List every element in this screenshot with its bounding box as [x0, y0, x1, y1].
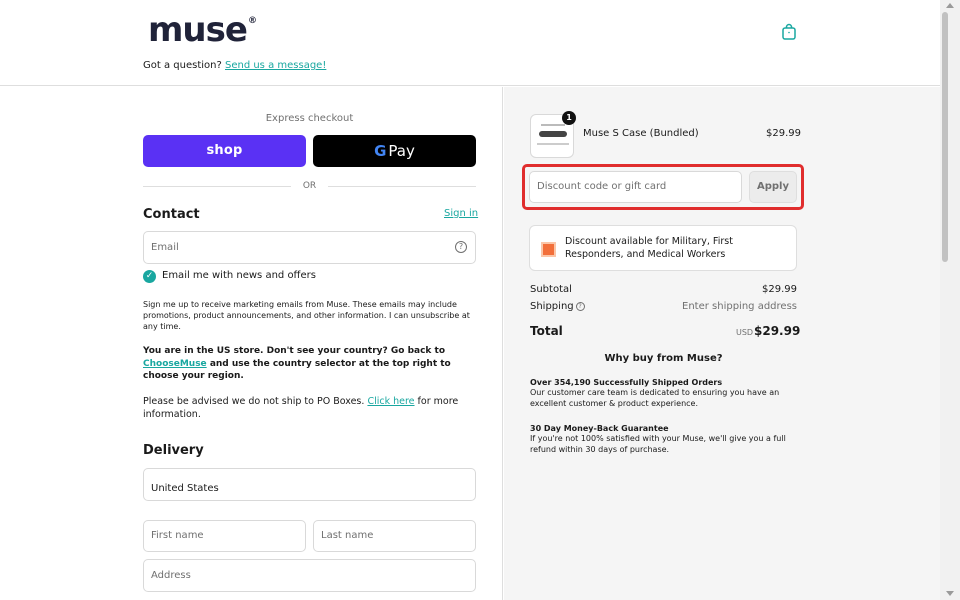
total-currency: USD	[736, 328, 754, 337]
newsletter-checkbox[interactable]: ✓	[143, 270, 156, 283]
subtotal-row: Subtotal $29.99	[530, 284, 797, 295]
question-circle-icon[interactable]: ?	[455, 241, 467, 253]
google-pay-button[interactable]: G Pay	[313, 135, 476, 167]
click-here-link[interactable]: Click here	[367, 396, 414, 407]
product-price: $29.99	[766, 128, 801, 139]
shipping-row: Shipping? Enter shipping address	[530, 301, 797, 312]
reason-title: Over 354,190 Successfully Shipped Orders	[530, 378, 723, 387]
page-scrollbar[interactable]	[940, 0, 960, 600]
po-box-notice: Please be advised we do not ship to PO B…	[143, 396, 459, 420]
scroll-down-arrow-icon[interactable]	[946, 591, 954, 596]
country-select[interactable]: United States	[143, 468, 476, 501]
delivery-heading: Delivery	[143, 443, 204, 458]
question-line: Got a question? Send us a message!	[143, 60, 326, 71]
shop-pay-button[interactable]: shop	[143, 135, 306, 167]
scroll-up-arrow-icon[interactable]	[946, 3, 954, 8]
discount-tag-icon	[541, 242, 556, 257]
google-icon: G	[374, 142, 387, 160]
reason-title: 30 Day Money-Back Guarantee	[530, 424, 669, 433]
reason-text: Our customer care team is dedicated to e…	[530, 388, 780, 408]
shopping-bag-icon[interactable]	[780, 23, 798, 41]
product-name: Muse S Case (Bundled)	[583, 128, 699, 139]
first-name-field[interactable]: First name	[143, 520, 306, 552]
last-name-field[interactable]: Last name	[313, 520, 476, 552]
send-message-link[interactable]: Send us a message!	[225, 60, 326, 71]
discount-code-input[interactable]: Discount code or gift card	[529, 171, 742, 203]
contact-heading: Contact	[143, 207, 200, 222]
quantity-badge: 1	[562, 111, 576, 125]
checkout-form-column: Express checkout shop G Pay OR Contact Si…	[0, 87, 503, 600]
why-buy-heading: Why buy from Muse?	[604, 353, 723, 364]
marketing-consent-text: Sign me up to receive marketing emails f…	[143, 300, 470, 331]
order-summary-column: 1 Muse S Case (Bundled) $29.99 Discount …	[504, 87, 940, 600]
question-text: Got a question?	[143, 60, 222, 71]
muse-logo[interactable]: muse®	[148, 10, 257, 50]
promo-text: Discount available for Military, First R…	[565, 236, 733, 260]
total-label: Total	[530, 324, 563, 338]
choose-muse-link[interactable]: ChooseMuse	[143, 359, 207, 369]
total-value: $29.99	[754, 324, 801, 338]
scrollbar-thumb[interactable]	[942, 12, 948, 262]
military-discount-banner[interactable]: Discount available for Military, First R…	[529, 225, 797, 271]
newsletter-label: Email me with news and offers	[162, 270, 316, 281]
or-divider: OR	[143, 180, 476, 192]
store-notice: You are in the US store. Don't see your …	[143, 346, 451, 381]
sign-in-link[interactable]: Sign in	[444, 208, 478, 219]
express-checkout-label: Express checkout	[265, 113, 354, 124]
email-field[interactable]: Email ?	[143, 231, 476, 264]
apply-discount-button[interactable]: Apply	[749, 171, 797, 203]
shipping-info-icon[interactable]: ?	[575, 301, 585, 311]
reason-text: If you're not 100% satisfied with your M…	[530, 434, 786, 454]
page-header: muse® Got a question? Send us a message!	[0, 0, 940, 86]
address-field[interactable]: Address	[143, 559, 476, 592]
